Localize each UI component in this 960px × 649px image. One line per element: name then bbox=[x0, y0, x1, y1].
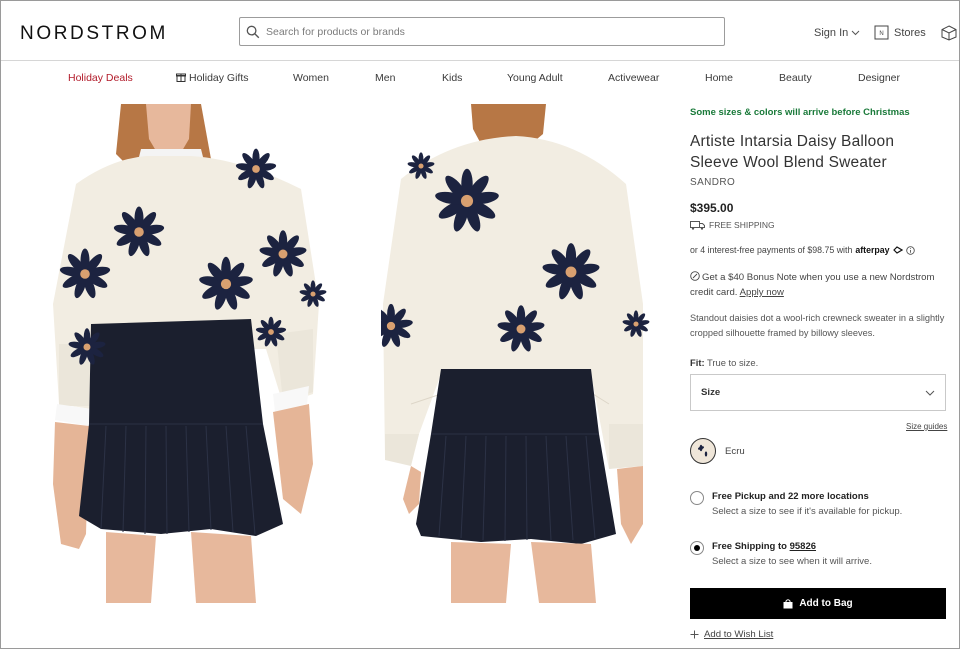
size-select-label: Size bbox=[701, 387, 721, 398]
page-frame: NORDSTROM Sign In N Stores Holiday Deals bbox=[0, 0, 960, 649]
bonus-text: Get a $40 Bonus Note when you use a new … bbox=[690, 272, 935, 298]
nav-item-kids[interactable]: Kids bbox=[442, 72, 462, 84]
nav-item-home[interactable]: Home bbox=[705, 72, 733, 84]
nav-item-designer[interactable]: Designer bbox=[858, 72, 900, 84]
nav-item-holiday-gifts[interactable]: Holiday Gifts bbox=[176, 72, 249, 84]
stores-link[interactable]: N Stores bbox=[874, 25, 926, 40]
shipping-heading: Free Shipping to 95826 bbox=[712, 541, 816, 552]
product-image-front[interactable] bbox=[51, 104, 331, 603]
shipping-heading-label: Free Shipping to bbox=[712, 541, 787, 552]
svg-text:N: N bbox=[879, 31, 883, 37]
search-icon bbox=[246, 25, 260, 38]
main-nav: Holiday Deals Holiday Gifts Women Men Ki… bbox=[1, 72, 959, 86]
add-to-bag-label: Add to Bag bbox=[799, 598, 853, 609]
nordstrom-logo[interactable]: NORDSTROM bbox=[20, 23, 168, 45]
free-shipping-label: FREE SHIPPING bbox=[709, 220, 775, 230]
color-swatch-ecru[interactable] bbox=[690, 438, 716, 464]
add-to-wish-list-link[interactable]: Add to Wish List bbox=[690, 629, 773, 640]
chevron-down-icon bbox=[851, 30, 860, 36]
plus-icon bbox=[690, 630, 699, 639]
product-description: Standout daisies dot a wool-rich crewnec… bbox=[690, 313, 945, 338]
pickup-radio[interactable] bbox=[690, 491, 704, 505]
truck-icon bbox=[690, 220, 705, 230]
fit-info: Fit: True to size. bbox=[690, 357, 758, 368]
wish-list-label: Add to Wish List bbox=[704, 629, 774, 640]
nav-item-holiday-gifts-label: Holiday Gifts bbox=[189, 72, 249, 84]
add-to-bag-button[interactable]: Add to Bag bbox=[690, 588, 946, 619]
credit-card-icon bbox=[690, 271, 700, 281]
bag-icon bbox=[783, 598, 793, 608]
search-box[interactable] bbox=[239, 17, 725, 46]
sign-in-label: Sign In bbox=[814, 27, 849, 39]
nav-item-women[interactable]: Women bbox=[293, 72, 329, 84]
color-name: Ecru bbox=[725, 446, 745, 457]
nav-item-activewear[interactable]: Activewear bbox=[608, 72, 659, 84]
brand-name[interactable]: SANDRO bbox=[690, 177, 735, 188]
nav-divider bbox=[1, 60, 959, 61]
nav-item-men[interactable]: Men bbox=[375, 72, 395, 84]
product-image-back[interactable] bbox=[368, 104, 661, 603]
shopping-bag-icon[interactable] bbox=[941, 25, 957, 46]
chevron-down-icon bbox=[925, 390, 935, 396]
info-icon[interactable] bbox=[905, 245, 915, 255]
store-icon: N bbox=[874, 25, 889, 40]
shipping-subtext: Select a size to see when it will arrive… bbox=[712, 556, 872, 567]
delivery-promo: Some sizes & colors will arrive before C… bbox=[690, 107, 910, 118]
fit-value: True to size. bbox=[707, 357, 759, 368]
free-shipping-note: FREE SHIPPING bbox=[690, 220, 775, 230]
stores-label: Stores bbox=[894, 26, 926, 39]
apply-now-link[interactable]: Apply now bbox=[740, 287, 784, 298]
afterpay-info: or 4 interest-free payments of $98.75 wi… bbox=[690, 245, 915, 255]
size-select[interactable]: Size bbox=[690, 374, 946, 411]
gift-icon bbox=[176, 73, 186, 82]
shipping-zip-link[interactable]: 95826 bbox=[790, 541, 816, 552]
product-title: Artiste Intarsia Daisy Balloon Sleeve Wo… bbox=[690, 133, 895, 171]
search-input[interactable] bbox=[266, 25, 724, 38]
nav-item-holiday-deals[interactable]: Holiday Deals bbox=[68, 72, 133, 84]
afterpay-text: or 4 interest-free payments of $98.75 wi… bbox=[690, 245, 853, 255]
product-price: $395.00 bbox=[690, 201, 734, 215]
bonus-note-offer: Get a $40 Bonus Note when you use a new … bbox=[690, 270, 950, 300]
fit-label: Fit: bbox=[690, 357, 705, 368]
nav-item-young-adult[interactable]: Young Adult bbox=[507, 72, 563, 84]
pickup-heading: Free Pickup and 22 more locations bbox=[712, 491, 869, 502]
shipping-radio[interactable] bbox=[690, 541, 704, 555]
nav-item-beauty[interactable]: Beauty bbox=[779, 72, 812, 84]
sign-in-button[interactable]: Sign In bbox=[814, 27, 860, 39]
afterpay-logo: afterpay bbox=[855, 245, 890, 255]
size-guides-link[interactable]: Size guides bbox=[906, 422, 947, 431]
afterpay-arrows-icon bbox=[892, 246, 903, 254]
pickup-subtext: Select a size to see if it's available f… bbox=[712, 506, 903, 517]
